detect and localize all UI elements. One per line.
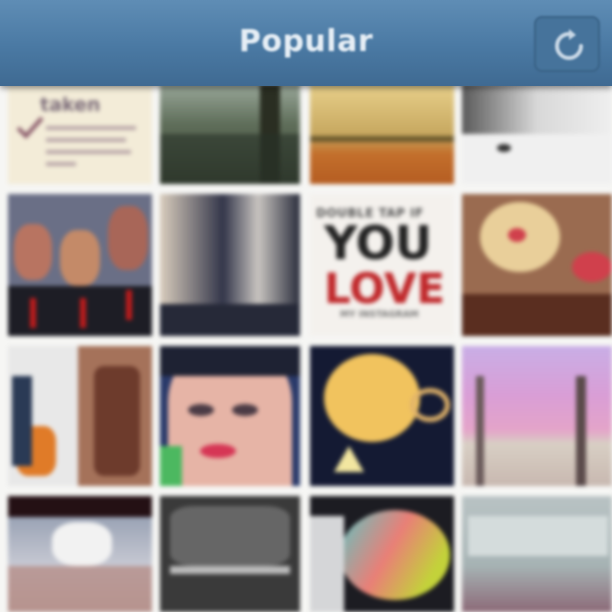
photo-content [572,252,612,282]
photo-content [334,446,364,472]
photo-content [497,144,511,152]
top-navigation-bar: Popular [0,0,612,86]
photo-content [14,224,52,280]
photo-content [170,566,290,574]
photo-content [160,134,300,184]
photo-content [476,376,484,486]
photo-content [324,354,420,442]
refresh-icon [555,29,583,60]
photo-content [462,294,612,336]
photo-content [126,290,132,320]
photo-content [410,388,450,422]
photo-tile[interactable] [160,346,300,486]
photo-tile[interactable] [462,496,612,612]
photo-tile[interactable] [8,346,152,486]
refresh-button[interactable] [534,16,600,72]
photo-content [160,446,182,486]
photo-content [468,516,608,556]
photo-tile[interactable] [8,194,152,336]
photo-tile[interactable] [8,496,152,612]
photo-overlay-text: LOVE [324,264,446,313]
photo-content [52,522,112,566]
photo-caption: taken [40,94,101,116]
photo-tile[interactable] [462,84,612,184]
photo-tile[interactable] [310,346,454,486]
photo-content [170,506,290,566]
photo-content [12,376,32,466]
photo-overlay-text: MY INSTAGRAM [340,310,419,320]
photo-content [108,206,148,270]
photo-content [576,376,586,486]
photo-content [160,304,300,336]
photo-content [508,228,526,242]
photo-tile[interactable] [310,496,454,612]
photo-content [80,298,86,328]
checkmark-icon [16,116,44,140]
photo-tile[interactable] [160,84,300,184]
photo-content [310,516,344,612]
photo-content [94,366,140,476]
photo-content [8,566,152,612]
photo-tile[interactable] [462,194,612,336]
photo-content [30,298,36,328]
photo-content [462,134,612,184]
photo-text-lines [46,122,146,174]
photo-content [160,346,300,376]
photo-tile[interactable]: taken [8,84,152,184]
photo-content [60,230,100,286]
photo-content [200,444,236,458]
photo-content [188,404,214,416]
photo-content [310,136,454,142]
photo-content [232,404,258,416]
page-title: Popular [238,24,374,59]
photo-tile[interactable] [160,194,300,336]
photo-tile[interactable] [462,346,612,486]
photo-grid: taken DOUBLE TAP IF YOU LOVE MY INSTAGRA… [0,0,612,612]
photo-tile[interactable] [310,84,454,184]
photo-tile[interactable]: DOUBLE TAP IF YOU LOVE MY INSTAGRAM [310,194,454,336]
photo-tile[interactable] [160,496,300,612]
photo-content [340,510,450,600]
photo-overlay-text: YOU [324,216,433,270]
